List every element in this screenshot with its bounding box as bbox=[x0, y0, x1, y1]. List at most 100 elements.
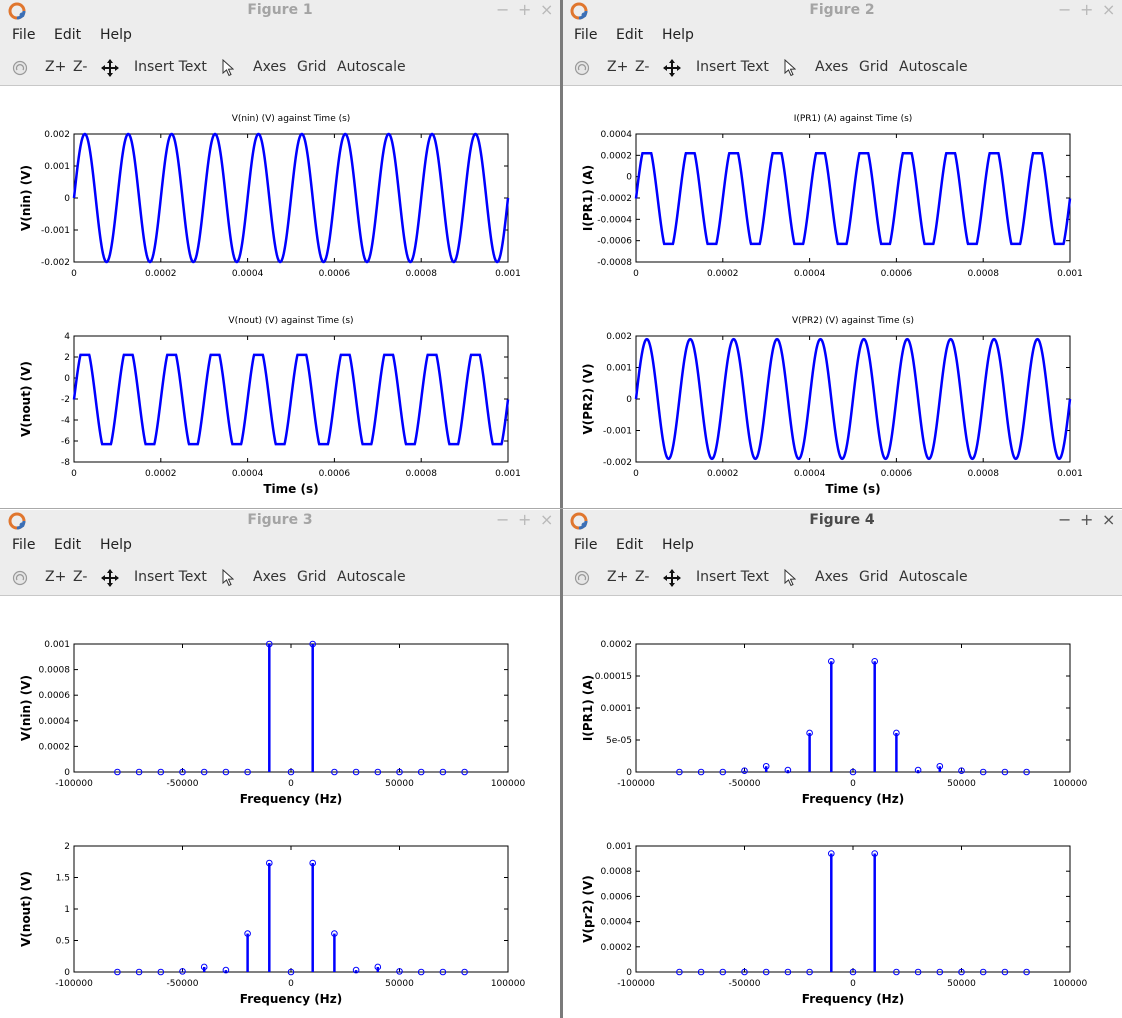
menu-edit[interactable]: Edit bbox=[54, 537, 81, 553]
grid-button[interactable]: Grid bbox=[297, 59, 326, 75]
menu-file[interactable]: File bbox=[574, 27, 597, 43]
zoom-out-button[interactable]: Z- bbox=[635, 59, 649, 75]
y-tick-label: 4 bbox=[64, 332, 70, 342]
y-tick-label: 0.0004 bbox=[39, 717, 71, 727]
select-pointer-icon[interactable] bbox=[222, 569, 234, 587]
rotate-icon[interactable] bbox=[574, 60, 590, 76]
axes-button[interactable]: Axes bbox=[253, 569, 286, 585]
autoscale-button[interactable]: Autoscale bbox=[337, 59, 406, 75]
title-bar[interactable]: Figure 1 − + × bbox=[0, 0, 560, 22]
x-tick-label: 50000 bbox=[385, 779, 414, 789]
menu-edit[interactable]: Edit bbox=[54, 27, 81, 43]
select-pointer-icon[interactable] bbox=[222, 59, 234, 77]
zoom-out-button[interactable]: Z- bbox=[73, 59, 87, 75]
menu-edit[interactable]: Edit bbox=[616, 537, 643, 553]
figure-canvas: 0 0.0002 0.0004 0.0006 0.0008 0.001 -0.0008 -0.… bbox=[562, 86, 1122, 508]
y-tick-label: 0 bbox=[64, 968, 70, 978]
pan-icon[interactable] bbox=[101, 59, 119, 77]
autoscale-button[interactable]: Autoscale bbox=[899, 569, 968, 585]
y-axis-label: V(nout) (V) bbox=[19, 361, 33, 437]
menu-file[interactable]: File bbox=[12, 537, 35, 553]
x-tick-label: 0.0006 bbox=[319, 269, 351, 279]
y-tick-label: 0.002 bbox=[44, 130, 70, 140]
close-button[interactable]: × bbox=[540, 0, 553, 20]
x-tick-label: 0 bbox=[850, 779, 856, 789]
minimize-button[interactable]: − bbox=[496, 0, 509, 20]
y-tick-label: -6 bbox=[61, 437, 70, 447]
zoom-in-button[interactable]: Z+ bbox=[607, 569, 628, 585]
axes-button[interactable]: Axes bbox=[815, 569, 848, 585]
autoscale-button[interactable]: Autoscale bbox=[899, 59, 968, 75]
minimize-button[interactable]: − bbox=[1058, 510, 1071, 530]
zoom-in-button[interactable]: Z+ bbox=[45, 59, 66, 75]
menu-help[interactable]: Help bbox=[662, 537, 694, 553]
grid-button[interactable]: Grid bbox=[859, 59, 888, 75]
insert-text-button[interactable]: Insert Text bbox=[134, 569, 207, 585]
pan-icon[interactable] bbox=[663, 59, 681, 77]
x-tick-label: 0.0008 bbox=[967, 469, 999, 479]
menu-help[interactable]: Help bbox=[100, 27, 132, 43]
insert-text-button[interactable]: Insert Text bbox=[696, 569, 769, 585]
axes-button[interactable]: Axes bbox=[253, 59, 286, 75]
autoscale-button[interactable]: Autoscale bbox=[337, 569, 406, 585]
maximize-button[interactable]: + bbox=[518, 0, 531, 20]
axes-box bbox=[635, 643, 1071, 773]
maximize-button[interactable]: + bbox=[518, 510, 531, 530]
rotate-icon[interactable] bbox=[12, 60, 28, 76]
tool-bar: Z+ Z- Insert Text Axes Grid Autoscale bbox=[562, 560, 1122, 596]
zoom-in-button[interactable]: Z+ bbox=[607, 59, 628, 75]
y-tick-label: 0.001 bbox=[44, 162, 70, 172]
figure-plot-area: -100000 -50000 0 50000 100000 0 5e-05 0.0001 0.0… bbox=[581, 640, 1087, 1006]
x-tick-label: 50000 bbox=[947, 779, 976, 789]
x-tick-label: 0 bbox=[633, 469, 639, 479]
chart-title: I(PR1) (A) against Time (s) bbox=[794, 114, 913, 124]
x-tick-label: 0.001 bbox=[1057, 269, 1083, 279]
y-tick-label: 0.5 bbox=[56, 937, 70, 947]
zoom-in-button[interactable]: Z+ bbox=[45, 569, 66, 585]
close-button[interactable]: × bbox=[540, 510, 553, 530]
grid-button[interactable]: Grid bbox=[297, 569, 326, 585]
close-button[interactable]: × bbox=[1102, 510, 1115, 530]
y-tick-label: 0.001 bbox=[44, 640, 70, 650]
title-bar[interactable]: Figure 2 − + × bbox=[562, 0, 1122, 22]
rotate-icon[interactable] bbox=[574, 570, 590, 586]
x-tick-label: -50000 bbox=[167, 779, 199, 789]
y-axis-label: I(PR1) (A) bbox=[581, 675, 595, 741]
select-pointer-icon[interactable] bbox=[784, 569, 796, 587]
x-tick-label: 0.0006 bbox=[319, 469, 351, 479]
rotate-icon[interactable] bbox=[12, 570, 28, 586]
x-tick-label: 0.001 bbox=[495, 469, 521, 479]
menu-file[interactable]: File bbox=[12, 27, 35, 43]
x-tick-label: -50000 bbox=[729, 779, 761, 789]
figure-plot-area: 0 0.0002 0.0004 0.0006 0.0008 0.001 -0.002 -0.0… bbox=[19, 114, 521, 496]
select-pointer-icon[interactable] bbox=[784, 59, 796, 77]
x-tick-label: 0.0002 bbox=[707, 469, 739, 479]
minimize-button[interactable]: − bbox=[496, 510, 509, 530]
maximize-button[interactable]: + bbox=[1080, 510, 1093, 530]
grid-button[interactable]: Grid bbox=[859, 569, 888, 585]
x-tick-label: 0.0008 bbox=[405, 269, 437, 279]
zoom-out-button[interactable]: Z- bbox=[73, 569, 87, 585]
title-bar[interactable]: Figure 3 − + × bbox=[0, 510, 560, 532]
maximize-button[interactable]: + bbox=[1080, 0, 1093, 20]
menu-help[interactable]: Help bbox=[100, 537, 132, 553]
pan-icon[interactable] bbox=[101, 569, 119, 587]
insert-text-button[interactable]: Insert Text bbox=[134, 59, 207, 75]
figure-window-3: Figure 3 − + × File Edit Help Z+ Z- Insert Text Ax… bbox=[0, 510, 560, 1018]
y-tick-label: 5e-05 bbox=[606, 736, 632, 746]
close-button[interactable]: × bbox=[1102, 0, 1115, 20]
x-tick-label: 0.0004 bbox=[232, 269, 264, 279]
pan-icon[interactable] bbox=[663, 569, 681, 587]
y-tick-label: -0.001 bbox=[41, 226, 70, 236]
axes-button[interactable]: Axes bbox=[815, 59, 848, 75]
menu-edit[interactable]: Edit bbox=[616, 27, 643, 43]
menu-file[interactable]: File bbox=[574, 537, 597, 553]
zoom-out-button[interactable]: Z- bbox=[635, 569, 649, 585]
title-bar[interactable]: Figure 4 − + × bbox=[562, 510, 1122, 532]
y-axis-label: I(PR1) (A) bbox=[581, 165, 595, 231]
series-line bbox=[634, 337, 1072, 461]
menu-help[interactable]: Help bbox=[662, 27, 694, 43]
insert-text-button[interactable]: Insert Text bbox=[696, 59, 769, 75]
minimize-button[interactable]: − bbox=[1058, 0, 1071, 20]
y-tick-label: -2 bbox=[61, 395, 70, 405]
